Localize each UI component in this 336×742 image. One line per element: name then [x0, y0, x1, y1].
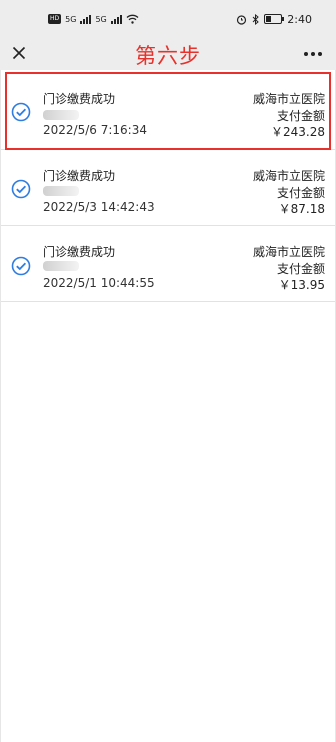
nav-bar: 第六步 [0, 38, 336, 70]
blurred-patient-name [43, 186, 79, 196]
signal-2-label: 5G [95, 14, 107, 24]
status-left: HD 5G 5G [48, 12, 139, 26]
more-dot [304, 52, 308, 56]
app-screen: HD 5G 5G 2:40 第六步 门诊缴费成功 2022/5/6 7:16:3… [0, 0, 336, 742]
signal-2-icon [110, 14, 122, 24]
blurred-patient-name [43, 261, 79, 271]
record-hospital: 威海市立医院 [252, 245, 325, 259]
record-amount: ￥87.18 [278, 202, 325, 216]
amount-label: 支付金额 [276, 109, 325, 123]
record-title: 门诊缴费成功 [43, 169, 116, 183]
record-date: 2022/5/3 14:42:43 [43, 200, 155, 214]
page-title: 第六步 [135, 44, 201, 68]
record-date: 2022/5/1 10:44:55 [43, 276, 155, 290]
more-dot [318, 52, 322, 56]
check-circle-icon [11, 102, 31, 122]
check-circle-icon [11, 179, 31, 199]
record-amount: ￥243.28 [271, 125, 325, 139]
hd-badge: HD [48, 14, 62, 24]
amount-label: 支付金额 [276, 262, 325, 276]
check-circle-icon [11, 256, 31, 276]
signal-1-icon [80, 14, 92, 24]
amount-label: 支付金额 [276, 186, 325, 200]
payment-record-2[interactable]: 门诊缴费成功 2022/5/3 14:42:43 威海市立医院 支付金额 ￥87… [1, 150, 335, 226]
status-time: 2:40 [287, 12, 312, 26]
payment-record-1[interactable]: 门诊缴费成功 2022/5/6 7:16:34 威海市立医院 支付金额 ￥243… [1, 70, 335, 150]
status-bar: HD 5G 5G 2:40 [0, 0, 336, 38]
signal-1-label: 5G [65, 14, 77, 24]
record-title: 门诊缴费成功 [43, 92, 116, 106]
bluetooth-icon [252, 13, 260, 25]
more-button[interactable] [304, 52, 322, 56]
record-hospital: 威海市立医院 [252, 169, 325, 183]
payment-record-3[interactable]: 门诊缴费成功 2022/5/1 10:44:55 威海市立医院 支付金额 ￥13… [1, 226, 335, 302]
battery-icon [264, 14, 285, 24]
alarm-icon [237, 14, 247, 25]
payment-record-list: 门诊缴费成功 2022/5/6 7:16:34 威海市立医院 支付金额 ￥243… [0, 70, 336, 742]
wifi-icon [126, 14, 139, 24]
status-right: 2:40 [236, 12, 312, 26]
more-dot [311, 52, 315, 56]
record-date: 2022/5/6 7:16:34 [43, 123, 147, 137]
blurred-patient-name [43, 110, 79, 120]
record-hospital: 威海市立医院 [252, 92, 325, 106]
record-amount: ￥13.95 [278, 278, 325, 292]
record-title: 门诊缴费成功 [43, 245, 116, 259]
